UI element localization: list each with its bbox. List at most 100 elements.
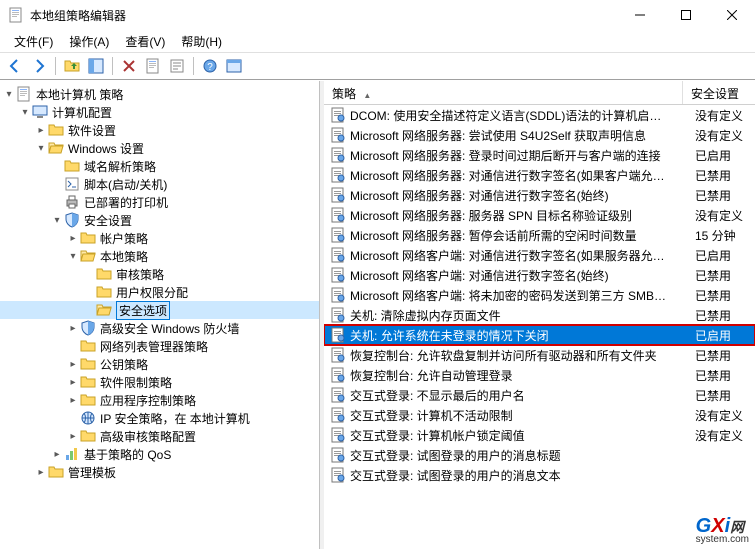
menu-help[interactable]: 帮助(H): [173, 31, 230, 52]
expander-icon[interactable]: ▸: [50, 449, 64, 460]
tree-nlm[interactable]: 网络列表管理器策略: [0, 337, 319, 355]
expander-icon[interactable]: ▸: [66, 233, 80, 244]
folder-icon: [64, 158, 80, 174]
tree-firewall[interactable]: ▸ 高级安全 Windows 防火墙: [0, 319, 319, 337]
policy-setting: 没有定义: [695, 127, 755, 144]
policy-name: Microsoft 网络服务器: 服务器 SPN 目标名称验证级别: [350, 207, 695, 224]
tree-label: 计算机配置: [52, 104, 112, 121]
tree-pane[interactable]: ▾ 本地计算机 策略 ▾ 计算机配置 ▸ 软件设置 ▾ Windows 设置: [0, 81, 320, 549]
policy-row[interactable]: Microsoft 网络服务器: 对通信进行数字签名(如果客户端允…已禁用: [324, 165, 755, 185]
expander-icon[interactable]: ▸: [34, 125, 48, 136]
policy-row[interactable]: Microsoft 网络客户端: 对通信进行数字签名(始终)已禁用: [324, 265, 755, 285]
policy-row[interactable]: 关机: 允许系统在未登录的情况下关闭已启用: [324, 325, 755, 345]
forward-button[interactable]: [28, 55, 50, 77]
policy-row[interactable]: Microsoft 网络服务器: 暂停会话前所需的空闲时间数量15 分钟: [324, 225, 755, 245]
tree-adv-audit[interactable]: ▸ 高级审核策略配置: [0, 427, 319, 445]
policy-row[interactable]: 恢复控制台: 允许自动管理登录已禁用: [324, 365, 755, 385]
policy-row[interactable]: 关机: 清除虚拟内存页面文件已禁用: [324, 305, 755, 325]
column-setting[interactable]: 安全设置: [683, 81, 755, 104]
tree-software-settings[interactable]: ▸ 软件设置: [0, 121, 319, 139]
column-label: 策略: [332, 87, 356, 101]
policy-item-icon: [330, 367, 346, 383]
policy-row[interactable]: 交互式登录: 试图登录的用户的消息文本: [324, 465, 755, 485]
expander-icon[interactable]: ▸: [66, 359, 80, 370]
tree-printers[interactable]: 已部署的打印机: [0, 193, 319, 211]
tree-windows-settings[interactable]: ▾ Windows 设置: [0, 139, 319, 157]
maximize-button[interactable]: [663, 0, 709, 30]
policy-item-icon: [330, 287, 346, 303]
policy-row[interactable]: Microsoft 网络服务器: 尝试使用 S4U2Self 获取声明信息没有定…: [324, 125, 755, 145]
properties-button[interactable]: [223, 55, 245, 77]
window-title: 本地组策略编辑器: [30, 7, 617, 24]
menu-action[interactable]: 操作(A): [61, 31, 117, 52]
folder-icon: [96, 266, 112, 282]
refresh-button[interactable]: [142, 55, 164, 77]
expander-icon[interactable]: ▾: [66, 251, 80, 262]
expander-icon[interactable]: ▸: [66, 395, 80, 406]
expander-icon[interactable]: ▸: [66, 377, 80, 388]
help-button[interactable]: ?: [199, 55, 221, 77]
tree-user-rights[interactable]: 用户权限分配: [0, 283, 319, 301]
tree-security-settings[interactable]: ▾ 安全设置: [0, 211, 319, 229]
expander-icon[interactable]: ▸: [34, 467, 48, 478]
computer-icon: [32, 104, 48, 120]
tree-dns-policy[interactable]: 域名解析策略: [0, 157, 319, 175]
tree-label: 脚本(启动/关机): [84, 176, 167, 193]
policy-row[interactable]: 交互式登录: 计算机不活动限制没有定义: [324, 405, 755, 425]
policy-row[interactable]: Microsoft 网络服务器: 对通信进行数字签名(始终)已禁用: [324, 185, 755, 205]
policy-row[interactable]: Microsoft 网络客户端: 将未加密的密码发送到第三方 SMB…已禁用: [324, 285, 755, 305]
policy-row[interactable]: DCOM: 使用安全描述符定义语言(SDDL)语法的计算机启…没有定义: [324, 105, 755, 125]
printer-icon: [64, 194, 80, 210]
tree-audit-policy[interactable]: 审核策略: [0, 265, 319, 283]
policy-name: Microsoft 网络客户端: 将未加密的密码发送到第三方 SMB…: [350, 287, 695, 304]
back-button[interactable]: [4, 55, 26, 77]
policy-list[interactable]: DCOM: 使用安全描述符定义语言(SDDL)语法的计算机启…没有定义Micro…: [324, 105, 755, 549]
tree-public-key[interactable]: ▸ 公钥策略: [0, 355, 319, 373]
close-button[interactable]: [709, 0, 755, 30]
folder-icon: [80, 338, 96, 354]
policy-item-icon: [330, 167, 346, 183]
policy-row[interactable]: 恢复控制台: 允许软盘复制并访问所有驱动器和所有文件夹已禁用: [324, 345, 755, 365]
column-policy[interactable]: 策略 ▲: [324, 81, 683, 104]
tree-label: 已部署的打印机: [84, 194, 168, 211]
policy-item-icon: [330, 327, 346, 343]
menu-file[interactable]: 文件(F): [6, 31, 61, 52]
tree-computer-config[interactable]: ▾ 计算机配置: [0, 103, 319, 121]
menu-view[interactable]: 查看(V): [117, 31, 173, 52]
tree-local-policy[interactable]: ▾ 本地策略: [0, 247, 319, 265]
folder-open-icon: [96, 302, 112, 318]
tree-ipsec[interactable]: IP 安全策略，在 本地计算机: [0, 409, 319, 427]
policy-row[interactable]: Microsoft 网络客户端: 对通信进行数字签名(如果服务器允…已启用: [324, 245, 755, 265]
policy-setting: 已禁用: [695, 187, 755, 204]
policy-row[interactable]: Microsoft 网络服务器: 服务器 SPN 目标名称验证级别没有定义: [324, 205, 755, 225]
delete-button[interactable]: [118, 55, 140, 77]
policy-row[interactable]: 交互式登录: 不显示最后的用户名已禁用: [324, 385, 755, 405]
expander-icon[interactable]: ▾: [50, 215, 64, 226]
policy-item-icon: [330, 267, 346, 283]
expander-icon[interactable]: ▸: [66, 323, 80, 334]
tree-software-restriction[interactable]: ▸ 软件限制策略: [0, 373, 319, 391]
tree-security-options[interactable]: 安全选项: [0, 301, 319, 319]
policy-name: 恢复控制台: 允许自动管理登录: [350, 367, 695, 384]
tree-admin-templates[interactable]: ▸ 管理模板: [0, 463, 319, 481]
tree-root[interactable]: ▾ 本地计算机 策略: [0, 85, 319, 103]
tree-account-policy[interactable]: ▸ 帐户策略: [0, 229, 319, 247]
show-hide-tree-button[interactable]: [85, 55, 107, 77]
expander-icon[interactable]: ▸: [66, 431, 80, 442]
tree-qos[interactable]: ▸ 基于策略的 QoS: [0, 445, 319, 463]
tree-app-control[interactable]: ▸ 应用程序控制策略: [0, 391, 319, 409]
policy-row[interactable]: 交互式登录: 计算机帐户锁定阈值没有定义: [324, 425, 755, 445]
policy-setting: 已禁用: [695, 387, 755, 404]
policy-row[interactable]: Microsoft 网络服务器: 登录时间过期后断开与客户端的连接已启用: [324, 145, 755, 165]
minimize-button[interactable]: [617, 0, 663, 30]
expander-icon[interactable]: ▾: [2, 89, 16, 100]
expander-icon[interactable]: ▾: [34, 143, 48, 154]
list-header: 策略 ▲ 安全设置: [324, 81, 755, 105]
policy-item-icon: [330, 387, 346, 403]
expander-icon[interactable]: ▾: [18, 107, 32, 118]
export-button[interactable]: [166, 55, 188, 77]
policy-setting: 已启用: [695, 247, 755, 264]
tree-scripts[interactable]: 脚本(启动/关机): [0, 175, 319, 193]
up-button[interactable]: [61, 55, 83, 77]
policy-row[interactable]: 交互式登录: 试图登录的用户的消息标题: [324, 445, 755, 465]
